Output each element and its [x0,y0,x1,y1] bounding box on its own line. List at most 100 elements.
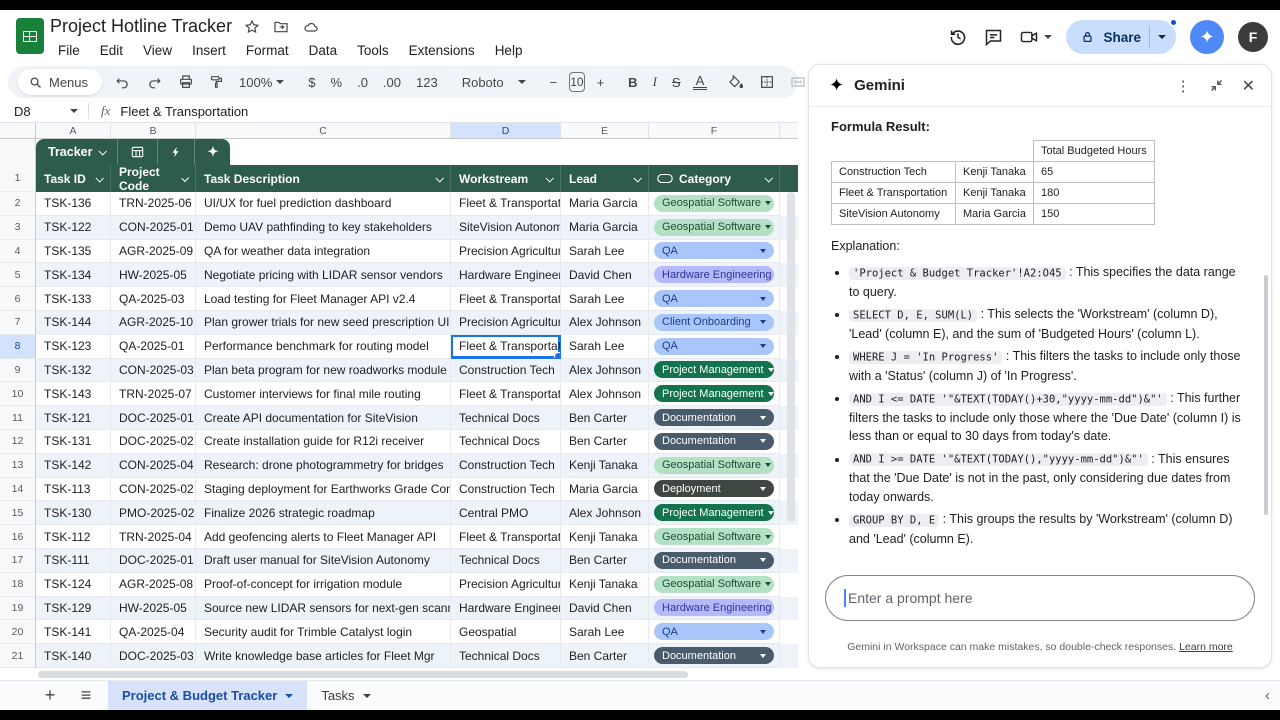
menu-item-insert[interactable]: Insert [184,41,234,60]
cell-category[interactable]: Hardware Engineering [649,597,780,621]
font-size-input[interactable]: 10 [569,72,584,92]
category-pill[interactable]: Hardware Engineering [654,599,774,616]
row-number[interactable]: 16 [0,525,36,549]
category-dropdown-arrow[interactable] [765,463,771,467]
cell-lead[interactable]: Sarah Lee [561,240,649,264]
gemini-close-icon[interactable]: ✕ [1242,76,1255,96]
category-dropdown-arrow[interactable] [760,344,766,348]
print-button[interactable] [175,74,197,90]
number-format-button[interactable]: 123 [413,75,441,90]
cell-description[interactable]: Proof-of-concept for irrigation module [196,573,451,597]
gemini-scrollbar[interactable] [1264,275,1268,515]
percent-format-button[interactable]: % [328,75,346,90]
cell-task-id[interactable]: TSK-121 [36,406,111,430]
cell-project-code[interactable]: CON-2025-04 [111,454,196,478]
cell-description[interactable]: Create API documentation for SiteVision [196,406,451,430]
bold-button[interactable]: B [625,75,640,90]
row-number[interactable]: 6 [0,287,36,311]
cell-workstream[interactable]: Construction Tech [451,478,561,502]
cell-lead[interactable]: Sarah Lee [561,335,649,359]
column-filter-chevron[interactable] [633,174,641,182]
cell-workstream[interactable]: Technical Docs [451,406,561,430]
gemini-minimize-icon[interactable] [1209,78,1224,93]
cell-lead[interactable]: Ben Carter [561,406,649,430]
cell-project-code[interactable]: QA-2025-04 [111,620,196,644]
table-view-icon[interactable] [118,139,158,165]
cell-task-id[interactable]: TSK-122 [36,216,111,240]
menus-search-button[interactable]: Menus [18,69,102,95]
name-box-dropdown-arrow[interactable] [70,109,78,113]
category-dropdown-arrow[interactable] [760,558,766,562]
category-dropdown-arrow[interactable] [760,320,766,324]
cell-project-code[interactable]: DOC-2025-02 [111,430,196,454]
category-pill[interactable]: Client Onboarding [654,314,774,331]
cell-category[interactable]: Documentation [649,549,780,573]
column-header-cell[interactable]: Category [649,165,780,192]
column-header-cell[interactable]: Project Code [111,165,196,192]
row-number[interactable]: 4 [0,240,36,264]
cell-task-id[interactable]: TSK-113 [36,478,111,502]
column-header-cell[interactable]: Task Description [196,165,451,192]
cell-project-code[interactable]: DOC-2025-01 [111,406,196,430]
cell-workstream[interactable]: Fleet & Transportation [451,525,561,549]
category-dropdown-arrow[interactable] [768,368,774,372]
strikethrough-button[interactable]: S [669,75,684,90]
cell-description[interactable]: Load testing for Fleet Manager API v2.4 [196,287,451,311]
quick-actions-bolt-icon[interactable] [158,139,195,165]
cell-lead[interactable]: Alex Johnson [561,501,649,525]
row-number[interactable]: 19 [0,597,36,621]
row-number[interactable]: 10 [0,382,36,406]
category-dropdown-arrow[interactable] [760,297,766,301]
menu-item-file[interactable]: File [50,41,88,60]
cell-workstream[interactable]: Construction Tech [451,454,561,478]
cell-lead[interactable]: Sarah Lee [561,620,649,644]
row-number[interactable]: 8 [0,335,36,359]
cell-category[interactable]: Deployment [649,478,780,502]
cell-workstream[interactable]: Fleet & Transportation [451,287,561,311]
cell-task-id[interactable]: TSK-123 [36,335,111,359]
paint-format-button[interactable] [206,74,227,90]
fill-color-button[interactable] [725,74,747,90]
cell-category[interactable]: QA [649,620,780,644]
row-number[interactable]: 13 [0,454,36,478]
document-title[interactable]: Project Hotline Tracker [50,16,232,37]
cell-description[interactable]: Plan grower trials for new seed prescrip… [196,311,451,335]
cell-project-code[interactable]: CON-2025-02 [111,478,196,502]
cell-workstream[interactable]: Fleet & Transportation [451,335,561,359]
cell-lead[interactable]: Kenji Tanaka [561,525,649,549]
cell-lead[interactable]: Alex Johnson [561,382,649,406]
category-pill[interactable]: Geospatial Software [654,457,774,474]
sheet-tab-project-budget-tracker[interactable]: Project & Budget Tracker [108,681,307,711]
column-filter-chevron[interactable] [181,174,189,182]
font-family-select[interactable]: Roboto [459,75,529,90]
cell-description[interactable]: Plan beta program for new roadworks modu… [196,359,451,383]
category-dropdown-arrow[interactable] [760,249,766,253]
cell-task-id[interactable]: TSK-131 [36,430,111,454]
cell-description[interactable]: QA for weather data integration [196,240,451,264]
column-header-B[interactable]: B [111,123,196,138]
category-pill[interactable]: Documentation [654,433,774,450]
increase-font-button[interactable]: + [594,75,608,90]
category-pill[interactable]: Geospatial Software [654,528,774,545]
column-header-A[interactable]: A [36,123,111,138]
row-number[interactable]: 15 [0,501,36,525]
category-dropdown-arrow[interactable] [760,416,766,420]
meet-dropdown-arrow[interactable] [1044,35,1052,39]
category-pill[interactable]: QA [654,290,774,307]
cell-description[interactable]: Write knowledge base articles for Fleet … [196,644,451,668]
cell-project-code[interactable]: TRN-2025-07 [111,382,196,406]
row-number[interactable]: 11 [0,406,36,430]
category-pill[interactable]: Geospatial Software [654,195,774,212]
category-dropdown-arrow[interactable] [760,487,766,491]
cell-task-id[interactable]: TSK-143 [36,382,111,406]
column-header-cell[interactable]: Workstream [451,165,561,192]
row-number[interactable]: 7 [0,311,36,335]
cell-lead[interactable]: Ben Carter [561,549,649,573]
italic-button[interactable]: I [650,74,660,90]
table-name-button[interactable]: Tracker [36,139,118,165]
row-number[interactable]: 5 [0,263,36,287]
cell-name-box[interactable]: D8 [0,104,88,119]
cell-project-code[interactable]: DOC-2025-01 [111,549,196,573]
cell-project-code[interactable]: TRN-2025-06 [111,192,196,216]
row-number[interactable]: 20 [0,620,36,644]
